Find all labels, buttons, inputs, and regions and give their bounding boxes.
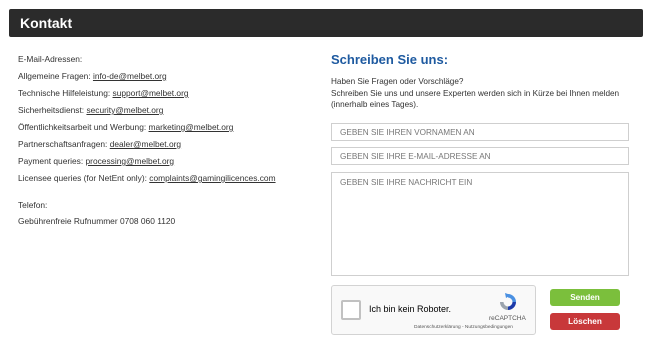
captcha-links[interactable]: Datenschutzerklärung - Nutzungsbedingung…	[414, 325, 513, 330]
recaptcha-widget: Ich bin kein Roboter. reCAPTCHA Datensch…	[331, 285, 536, 335]
contact-row: Technische Hilfeleistung: support@melbet…	[18, 88, 189, 98]
email-link[interactable]: dealer@melbet.org	[110, 139, 181, 149]
emails-heading: E-Mail-Adressen:	[18, 54, 83, 64]
contact-row: Allgemeine Fragen: info-de@melbet.org	[18, 71, 167, 81]
intro-text: Schreiben Sie uns und unsere Experten we…	[331, 88, 620, 110]
email-link[interactable]: support@melbet.org	[113, 88, 189, 98]
phone-number: Gebührenfreie Rufnummer 0708 060 1120	[18, 216, 176, 226]
clear-button[interactable]: Löschen	[550, 313, 620, 330]
contact-label: Allgemeine Fragen:	[18, 71, 91, 81]
email-link[interactable]: security@melbet.org	[86, 105, 163, 115]
contact-label: Technische Hilfeleistung:	[18, 88, 111, 98]
email-link[interactable]: processing@melbet.org	[86, 156, 175, 166]
message-textarea[interactable]	[331, 172, 629, 276]
page-title: Kontakt	[20, 15, 73, 31]
phone-heading: Telefon:	[18, 200, 48, 210]
contact-label: Licensee queries (for NetEnt only):	[18, 173, 147, 183]
contact-row: Öffentlichkeitsarbeit und Werbung: marke…	[18, 122, 233, 132]
first-name-input[interactable]	[331, 123, 629, 141]
contact-label: Payment queries:	[18, 156, 84, 166]
contact-label: Öffentlichkeitsarbeit und Werbung:	[18, 122, 147, 132]
page-header: Kontakt	[9, 9, 643, 37]
send-button[interactable]: Senden	[550, 289, 620, 306]
captcha-brand: reCAPTCHA	[489, 315, 526, 322]
contact-row: Payment queries: processing@melbet.org	[18, 156, 174, 166]
captcha-label: Ich bin kein Roboter.	[369, 304, 452, 314]
email-link[interactable]: complaints@gamingilicences.com	[149, 173, 275, 183]
contact-row: Sicherheitsdienst: security@melbet.org	[18, 105, 163, 115]
intro-question: Haben Sie Fragen oder Vorschläge?	[331, 77, 464, 86]
contact-label: Sicherheitsdienst:	[18, 105, 85, 115]
contact-row: Licensee queries (for NetEnt only): comp…	[18, 173, 276, 183]
form-title: Schreiben Sie uns:	[331, 52, 449, 67]
email-input[interactable]	[331, 147, 629, 165]
contact-label: Partnerschaftsanfragen:	[18, 139, 108, 149]
recaptcha-logo-icon	[500, 293, 516, 310]
contact-row: Partnerschaftsanfragen: dealer@melbet.or…	[18, 139, 181, 149]
checkbox-icon[interactable]	[341, 300, 361, 320]
form-intro: Haben Sie Fragen oder Vorschläge? Schrei…	[331, 76, 629, 111]
email-link[interactable]: info-de@melbet.org	[93, 71, 167, 81]
email-link[interactable]: marketing@melbet.org	[149, 122, 234, 132]
